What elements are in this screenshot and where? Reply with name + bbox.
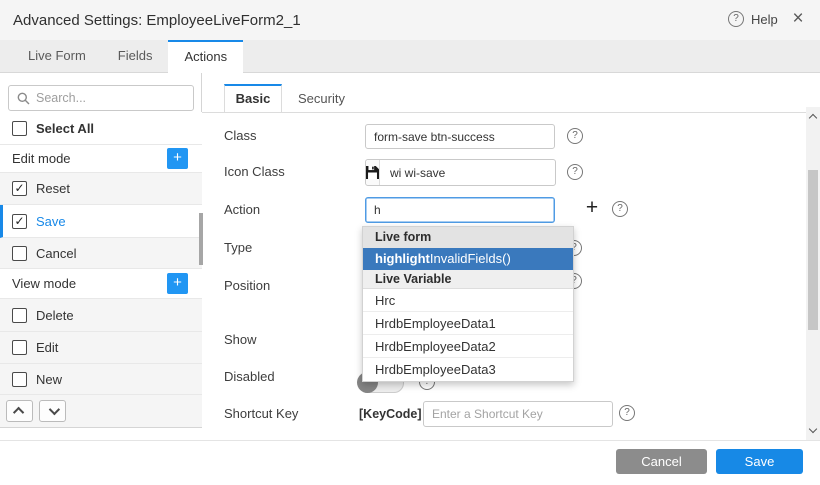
edit-mode-label: Edit mode xyxy=(12,151,71,166)
class-label: Class xyxy=(224,128,344,143)
icon-class-addon[interactable] xyxy=(366,160,380,185)
match-text: highlight xyxy=(375,251,430,266)
sidebar-item-delete[interactable]: Delete xyxy=(0,299,202,332)
select-all-label: Select All xyxy=(36,121,94,136)
chevron-down-icon xyxy=(48,404,59,415)
add-view-action-button[interactable]: + xyxy=(167,273,188,294)
search-icon xyxy=(17,92,30,105)
action-help-icon[interactable]: ? xyxy=(612,201,628,217)
class-help-icon[interactable]: ? xyxy=(567,128,583,144)
dropdown-item[interactable]: HrdbEmployeeData3 xyxy=(363,358,573,381)
actions-sidebar: Select All Edit mode + ✓ Reset ✓ Save Ca… xyxy=(0,73,202,428)
cancel-checkbox[interactable] xyxy=(12,246,27,261)
sidebar-item-save[interactable]: ✓ Save xyxy=(0,205,202,238)
new-checkbox[interactable] xyxy=(12,372,27,387)
move-down-button[interactable] xyxy=(39,400,66,422)
sidebar-scrollbar-thumb[interactable] xyxy=(199,213,203,265)
save-icon xyxy=(366,166,379,179)
dialog-title: Advanced Settings: EmployeeLiveForm2_1 xyxy=(13,12,301,29)
shortcut-key-input[interactable] xyxy=(423,401,613,427)
help-label: Help xyxy=(751,12,778,27)
dropdown-item-highlight-invalid-fields[interactable]: highlightInvalidFields() xyxy=(363,248,573,270)
cancel-label: Cancel xyxy=(36,246,76,261)
save-button[interactable]: Save xyxy=(716,449,803,474)
disabled-label: Disabled xyxy=(224,369,344,384)
tab-actions[interactable]: Actions xyxy=(168,40,243,73)
action-input[interactable] xyxy=(365,197,555,223)
new-label: New xyxy=(36,372,62,387)
keycode-prefix: [KeyCode] + xyxy=(359,407,432,421)
scroll-up-icon[interactable] xyxy=(809,114,817,122)
section-edit-mode: Edit mode + xyxy=(0,145,202,173)
tab-live-form[interactable]: Live Form xyxy=(12,40,102,72)
tab-basic[interactable]: Basic xyxy=(224,84,282,113)
show-label: Show xyxy=(224,332,344,347)
sidebar-search[interactable] xyxy=(8,85,194,111)
icon-class-input[interactable] xyxy=(380,160,555,185)
sidebar-item-edit[interactable]: Edit xyxy=(0,332,202,364)
panel-scrollbar[interactable] xyxy=(806,107,820,440)
icon-class-label: Icon Class xyxy=(224,164,344,179)
dialog-header: Advanced Settings: EmployeeLiveForm2_1 ?… xyxy=(0,0,820,40)
edit-checkbox[interactable] xyxy=(12,340,27,355)
tab-security[interactable]: Security xyxy=(284,85,359,113)
sidebar-item-cancel[interactable]: Cancel xyxy=(0,238,202,269)
save-checkbox[interactable]: ✓ xyxy=(12,214,27,229)
move-up-button[interactable] xyxy=(6,400,33,422)
section-view-mode: View mode + xyxy=(0,269,202,299)
edit-label: Edit xyxy=(36,340,58,355)
reorder-controls xyxy=(0,395,202,427)
icon-class-input-group xyxy=(365,159,556,186)
cancel-button[interactable]: Cancel xyxy=(616,449,707,474)
delete-checkbox[interactable] xyxy=(12,308,27,323)
close-icon[interactable]: × xyxy=(787,8,809,30)
save-label: Save xyxy=(36,214,66,229)
sidebar-item-new[interactable]: New xyxy=(0,364,202,395)
dropdown-group-live-form: Live form xyxy=(363,227,573,248)
shortcut-key-label: Shortcut Key xyxy=(224,406,344,421)
tab-fields[interactable]: Fields xyxy=(102,40,169,72)
help-button[interactable]: ? Help xyxy=(728,11,778,27)
icon-class-help-icon[interactable]: ? xyxy=(567,164,583,180)
chevron-up-icon xyxy=(12,407,23,418)
check-icon: ✓ xyxy=(14,182,24,195)
dropdown-item[interactable]: HrdbEmployeeData1 xyxy=(363,312,573,335)
check-icon: ✓ xyxy=(14,215,24,228)
add-edit-action-button[interactable]: + xyxy=(167,148,188,169)
rest-text: InvalidFields() xyxy=(430,251,511,266)
panel-scrollbar-thumb[interactable] xyxy=(808,170,818,330)
reset-label: Reset xyxy=(36,181,70,196)
action-label: Action xyxy=(224,202,344,217)
advanced-settings-dialog: Advanced Settings: EmployeeLiveForm2_1 ?… xyxy=(0,0,820,485)
dropdown-item[interactable]: HrdbEmployeeData2 xyxy=(363,335,573,358)
select-all-checkbox[interactable] xyxy=(12,121,27,136)
main-tabbar: Live Form Fields Actions xyxy=(0,40,820,73)
dropdown-group-live-variable: Live Variable xyxy=(363,270,573,289)
add-action-icon[interactable]: + xyxy=(582,197,602,219)
type-label: Type xyxy=(224,240,344,255)
search-input[interactable] xyxy=(36,91,176,105)
sidebar-item-reset[interactable]: ✓ Reset xyxy=(0,173,202,205)
dialog-footer: Cancel Save xyxy=(0,440,820,485)
scroll-down-icon[interactable] xyxy=(809,425,817,433)
action-suggestion-dropdown: Live form highlightInvalidFields() Live … xyxy=(362,226,574,382)
sidebar-item-select-all[interactable]: Select All xyxy=(0,112,202,145)
class-input[interactable] xyxy=(365,124,555,149)
help-icon: ? xyxy=(728,11,744,27)
position-label: Position xyxy=(224,278,344,293)
dropdown-item[interactable]: Hrc xyxy=(363,289,573,312)
shortcut-help-icon[interactable]: ? xyxy=(619,405,635,421)
reset-checkbox[interactable]: ✓ xyxy=(12,181,27,196)
delete-label: Delete xyxy=(36,308,74,323)
view-mode-label: View mode xyxy=(12,276,76,291)
